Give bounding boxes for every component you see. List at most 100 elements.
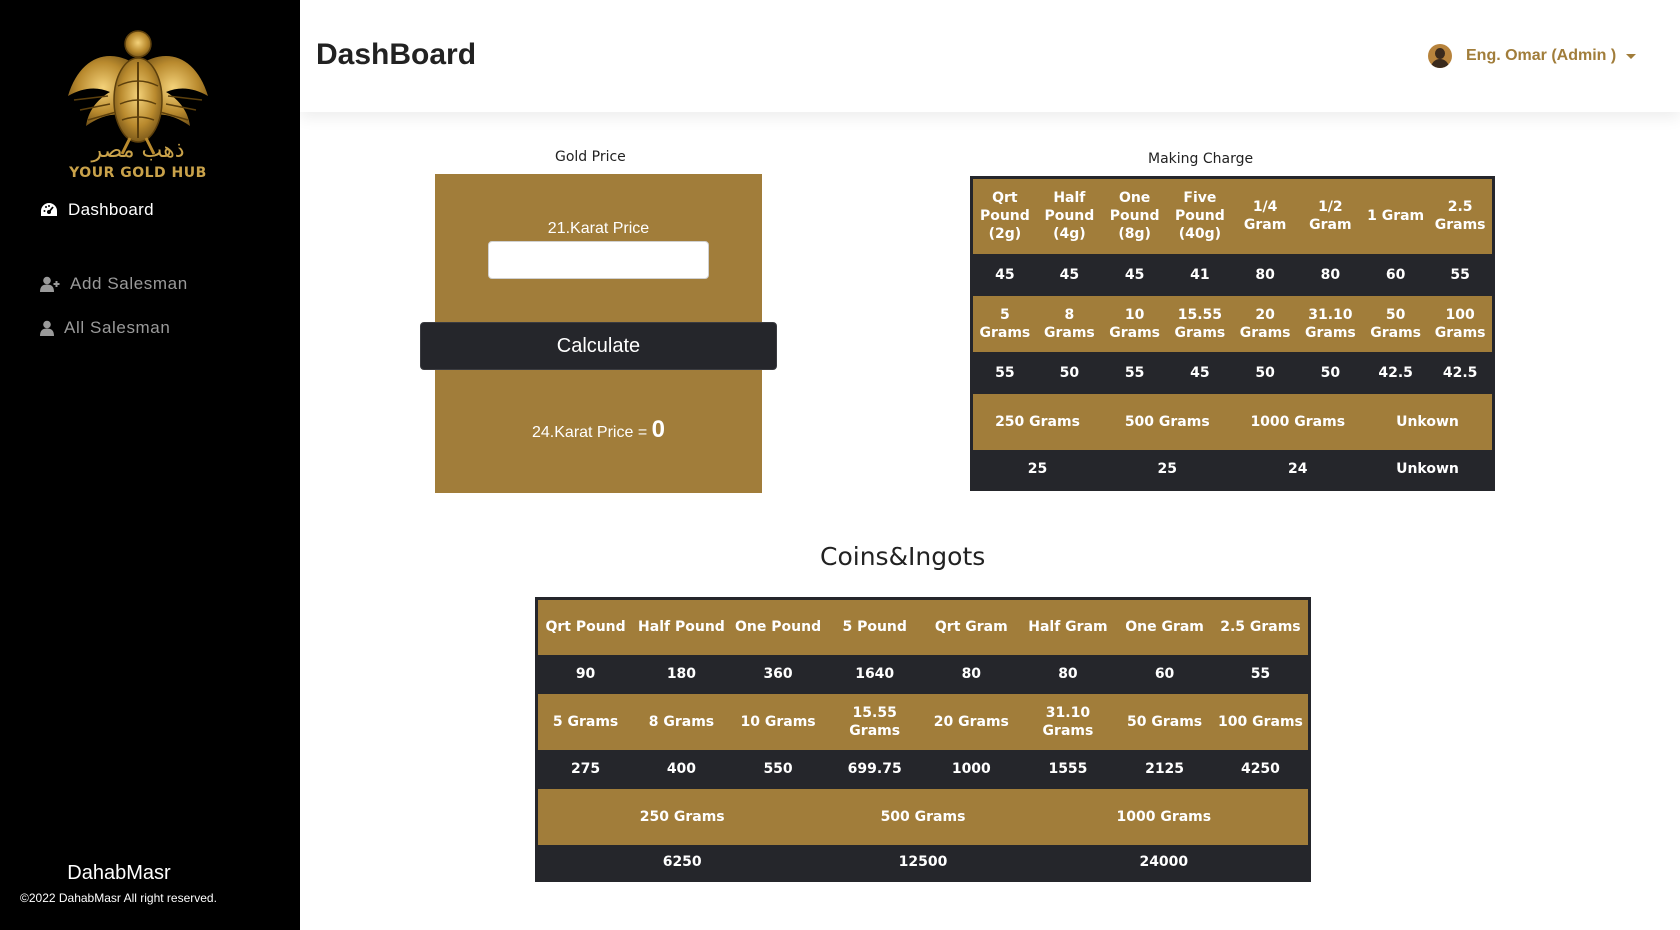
table-header-cell: 20 Grams xyxy=(923,693,1020,750)
table-cell: 12500 xyxy=(826,844,1020,881)
table-row: 25 25 24 Unkown xyxy=(971,449,1494,490)
table-cell: 25 xyxy=(971,449,1102,490)
footer-brand: DahabMasr xyxy=(67,862,171,884)
user-icon xyxy=(40,320,54,336)
table-header-cell: One Gram xyxy=(1116,598,1213,655)
table-cell: 275 xyxy=(536,749,634,789)
table-header-cell: 1000 Grams xyxy=(1019,788,1310,845)
calculate-button[interactable]: Calculate xyxy=(420,322,777,370)
table-header-cell: One Pound (8g) xyxy=(1102,177,1168,254)
sidebar-item-all-salesman[interactable]: All Salesman xyxy=(40,318,170,338)
logo-arabic-text: ذهب مصر xyxy=(91,138,185,163)
table-row: 6250 12500 24000 xyxy=(536,844,1310,881)
table-cell: 400 xyxy=(633,749,730,789)
table-row: 45 45 45 41 80 80 60 55 xyxy=(971,253,1494,296)
table-cell: 45 xyxy=(971,253,1037,296)
table-header-cell: 20 Grams xyxy=(1232,295,1298,352)
table-header-row: Qrt Pound Half Pound One Pound 5 Pound Q… xyxy=(536,598,1310,655)
table-header-row: Qrt Pound (2g) Half Pound (4g) One Pound… xyxy=(971,177,1494,254)
table-header-cell: 15.55 Grams xyxy=(826,693,923,750)
sidebar-item-label: All Salesman xyxy=(64,318,171,337)
table-cell: 60 xyxy=(1116,654,1213,694)
sidebar-item-label: Dashboard xyxy=(68,200,154,219)
table-header-cell: 5 Pound xyxy=(826,598,923,655)
table-header-cell: 1 Gram xyxy=(1363,177,1429,254)
table-header-row: 5 Grams 8 Grams 10 Grams 15.55 Grams 20 … xyxy=(536,693,1310,750)
table-cell: 45 xyxy=(1167,351,1233,394)
table-header-row: 250 Grams 500 Grams 1000 Grams xyxy=(536,788,1310,845)
karat21-label: 21.Karat Price xyxy=(547,220,650,237)
table-cell: 6250 xyxy=(536,844,827,881)
user-menu-dropdown[interactable]: Eng. Omar (Admin ) xyxy=(1428,44,1637,68)
table-cell: 2125 xyxy=(1116,749,1213,789)
table-header-row: 5 Grams 8 Grams 10 Grams 15.55 Grams 20 … xyxy=(971,295,1494,352)
karat24-result: 24.Karat Price = 0 xyxy=(435,416,762,444)
table-cell: 45 xyxy=(1102,253,1168,296)
table-cell: 80 xyxy=(1297,253,1363,296)
sidebar-item-dashboard[interactable]: Dashboard xyxy=(40,200,154,220)
sidebar-item-label: Add Salesman xyxy=(70,274,188,293)
table-cell: 360 xyxy=(729,654,827,694)
table-cell: 80 xyxy=(1019,654,1117,694)
table-header-cell: 50 Grams xyxy=(1363,295,1429,352)
table-row: 275 400 550 699.75 1000 1555 2125 4250 xyxy=(536,749,1310,789)
table-header-cell: Half Gram xyxy=(1019,598,1117,655)
table-cell: 45 xyxy=(1036,253,1102,296)
table-header-cell: 1/4 Gram xyxy=(1232,177,1298,254)
table-header-cell: 10 Grams xyxy=(729,693,827,750)
top-header: DashBoard Eng. Omar (Admin ) xyxy=(300,0,1680,112)
table-header-cell: Unkown xyxy=(1363,393,1494,450)
gauge-icon xyxy=(41,203,57,216)
table-header-cell: 50 Grams xyxy=(1116,693,1213,750)
table-cell: 50 xyxy=(1297,351,1363,394)
table-header-cell: 100 Grams xyxy=(1428,295,1494,352)
coins-ingots-table: Qrt Pound Half Pound One Pound 5 Pound Q… xyxy=(535,597,1311,882)
table-header-cell: One Pound xyxy=(729,598,827,655)
table-cell: 90 xyxy=(536,654,634,694)
table-cell: 180 xyxy=(633,654,730,694)
table-row: 90 180 360 1640 80 80 60 55 xyxy=(536,654,1310,694)
sidebar: ذهب مصر YOUR GOLD HUB Dashboard Add Sale… xyxy=(0,0,300,930)
table-header-cell: 2.5 Grams xyxy=(1212,598,1310,655)
table-header-cell: Qrt Pound xyxy=(536,598,634,655)
table-cell: Unkown xyxy=(1363,449,1494,490)
karat24-value: 0 xyxy=(651,416,665,443)
table-cell: 24 xyxy=(1232,449,1363,490)
table-cell: 42.5 xyxy=(1428,351,1494,394)
user-plus-icon xyxy=(40,276,60,292)
user-name: Eng. Omar (Admin ) xyxy=(1466,47,1617,64)
table-cell: 550 xyxy=(729,749,827,789)
table-cell: 80 xyxy=(923,654,1020,694)
table-cell: 4250 xyxy=(1212,749,1310,789)
table-cell: 55 xyxy=(971,351,1037,394)
table-cell: 1000 xyxy=(923,749,1020,789)
table-header-cell: Half Pound xyxy=(633,598,730,655)
karat21-price-input[interactable] xyxy=(488,241,709,279)
table-header-cell: 31.10 Grams xyxy=(1297,295,1363,352)
table-header-cell: Five Pound (40g) xyxy=(1167,177,1233,254)
table-cell: 25 xyxy=(1102,449,1233,490)
page-title: DashBoard xyxy=(316,38,477,71)
table-cell: 55 xyxy=(1102,351,1168,394)
table-header-cell: 1000 Grams xyxy=(1232,393,1363,450)
table-cell: 42.5 xyxy=(1363,351,1429,394)
table-cell: 55 xyxy=(1428,253,1494,296)
table-header-cell: Qrt Pound (2g) xyxy=(971,177,1037,254)
table-header-cell: 250 Grams xyxy=(536,788,827,845)
table-cell: 50 xyxy=(1036,351,1102,394)
table-header-cell: 2.5 Grams xyxy=(1428,177,1494,254)
table-header-cell: 100 Grams xyxy=(1212,693,1310,750)
table-header-cell: 15.55 Grams xyxy=(1167,295,1233,352)
sidebar-item-add-salesman[interactable]: Add Salesman xyxy=(40,274,188,294)
copyright-text: ©2022 DahabMasr All right reserved. xyxy=(20,891,217,905)
table-header-cell: Qrt Gram xyxy=(923,598,1020,655)
table-header-cell: 31.10 Grams xyxy=(1019,693,1117,750)
logo-tagline: YOUR GOLD HUB xyxy=(69,165,207,181)
table-header-row: 250 Grams 500 Grams 1000 Grams Unkown xyxy=(971,393,1494,450)
table-header-cell: 5 Grams xyxy=(971,295,1037,352)
making-charge-heading: Making Charge xyxy=(1148,151,1254,167)
table-cell: 55 xyxy=(1212,654,1310,694)
table-header-cell: 5 Grams xyxy=(536,693,634,750)
table-cell: 699.75 xyxy=(826,749,923,789)
table-header-cell: 10 Grams xyxy=(1102,295,1168,352)
